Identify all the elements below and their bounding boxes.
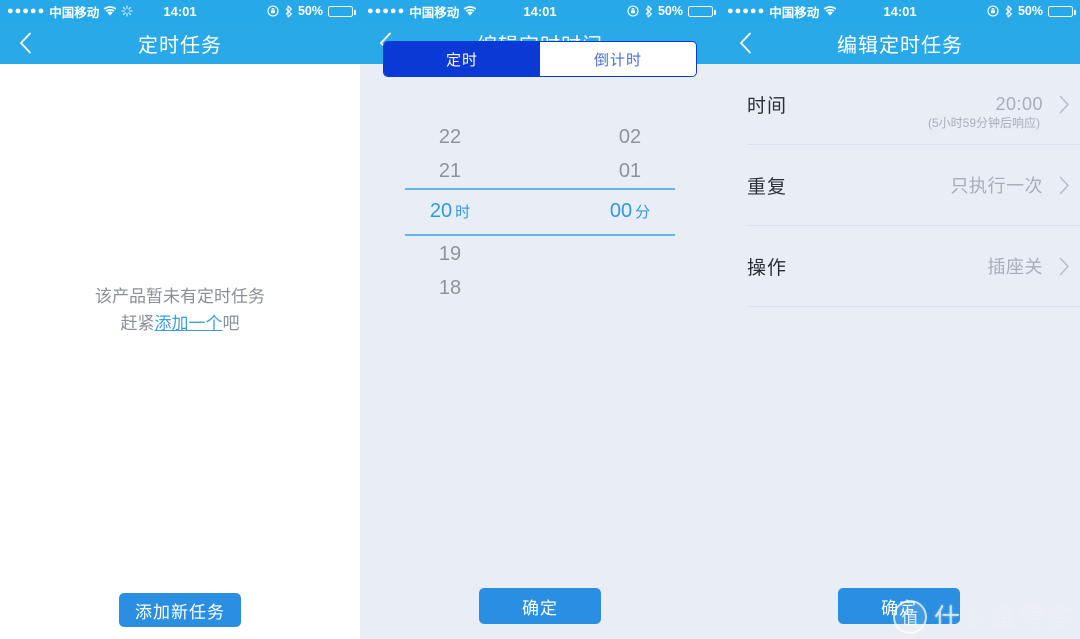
row-repeat[interactable]: 重复 只执行一次 [747,145,1080,226]
back-button[interactable] [720,22,770,64]
add-one-link[interactable]: 添加一个 [155,314,223,333]
minute-option[interactable]: 01 [540,154,720,188]
rotation-lock-icon [267,5,279,17]
battery-percent-label: 50% [657,4,683,18]
battery-icon [688,5,716,17]
empty-state: 该产品暂未有定时任务 赶紧添加一个吧 [0,283,360,337]
wifi-icon [823,5,837,17]
row-right: 只执行一次 [951,172,1080,198]
screen-schedule-task-list: ●●●●● 中国移动 14:01 50% 定时任务 该产品暂未有定时任务 赶紧添… [0,0,360,639]
time-picker[interactable]: 22 21 20 时 19 18 02 01 00 分 [360,120,720,320]
hour-unit-label: 时 [455,204,471,221]
carrier-label: 中国移动 [49,5,100,20]
three-screenshot-strip: ●●●●● 中国移动 14:01 50% 定时任务 该产品暂未有定时任务 赶紧添… [0,0,1080,639]
row-label: 重复 [747,176,788,198]
rotation-lock-icon [987,5,999,17]
status-bar-right: 50% [987,4,1076,18]
nav-bar: 定时任务 [0,22,360,64]
status-bar-right: 50% [267,4,356,18]
battery-percent-label: 50% [1017,4,1043,18]
row-subtext: (5小时59分钟后响应) [927,116,1040,130]
empty-state-prefix: 赶紧 [120,314,155,333]
minute-unit-label: 分 [635,204,651,221]
carrier-label: 中国移动 [409,5,460,20]
status-bar: ●●●●● 中国移动 14:01 50% [360,0,720,22]
bluetooth-icon [644,4,653,18]
hour-wheel[interactable]: 22 21 20 时 19 18 [360,120,540,320]
add-new-task-button[interactable]: 添加新任务 [119,593,241,627]
row-time[interactable]: 时间 20:00 (5小时59分钟后响应) [747,64,1080,145]
status-bar: ●●●●● 中国移动 14:01 50% [720,0,1080,22]
bluetooth-icon [1004,4,1013,18]
wifi-icon [463,5,477,17]
minute-option[interactable]: 02 [540,120,720,154]
mode-segmented-control: 定时 倒计时 [383,41,697,77]
back-button[interactable] [0,22,50,64]
page-title: 定时任务 [138,34,222,57]
empty-state-line-2: 赶紧添加一个吧 [0,310,360,337]
row-label: 时间 [747,95,788,117]
chevron-right-icon [1059,257,1070,276]
battery-icon [1048,5,1076,17]
network-activity-icon [121,5,133,17]
confirm-button[interactable]: 确定 [838,588,960,624]
confirm-button[interactable]: 确定 [479,588,601,624]
signal-dots-icon: ●●●●● [7,4,46,17]
status-bar-left: ●●●●● 中国移动 [367,2,477,21]
wifi-icon [103,5,117,17]
signal-dots-icon: ●●●●● [727,4,766,17]
bluetooth-icon [284,4,293,18]
status-bar-left: ●●●●● 中国移动 [727,2,837,21]
row-action[interactable]: 操作 插座关 [747,226,1080,307]
screen-edit-schedule-task: ●●●●● 中国移动 14:01 50% 编辑定时任务 时间 20:00 (5小… [720,0,1080,639]
battery-icon [328,5,356,17]
row-right: 插座关 [988,253,1080,279]
nav-bar: 编辑定时任务 [720,22,1080,64]
hour-selected-value: 20 [429,200,453,222]
row-value: 插座关 [987,257,1043,277]
chevron-right-icon [1059,176,1070,195]
status-bar-left: ●●●●● 中国移动 [7,2,133,21]
empty-state-line-1: 该产品暂未有定时任务 [95,287,265,306]
back-chevron-icon [739,32,752,54]
rotation-lock-icon [627,5,639,17]
row-right: 20:00 [995,94,1080,115]
settings-list: 时间 20:00 (5小时59分钟后响应) 重复 只执行一次 操作 插座关 [720,64,1080,307]
back-chevron-icon [19,32,32,54]
chevron-right-icon [1059,95,1070,114]
minute-option-selected[interactable]: 00 分 [540,194,720,228]
row-label: 操作 [747,257,788,279]
tab-timer[interactable]: 定时 [384,42,540,76]
battery-percent-label: 50% [297,4,323,18]
minute-wheel[interactable]: 02 01 00 分 [540,120,720,320]
page-title: 编辑定时任务 [837,34,963,57]
tab-countdown[interactable]: 倒计时 [540,42,696,76]
status-bar-right: 50% [627,4,716,18]
row-value: 20:00 [995,93,1043,114]
status-bar: ●●●●● 中国移动 14:01 50% [0,0,360,22]
screen-edit-schedule-time: ●●●●● 中国移动 14:01 50% 定时 倒计时 22 21 20 时 1… [360,0,720,639]
signal-dots-icon: ●●●●● [367,4,406,17]
carrier-label: 中国移动 [769,5,820,20]
minute-selected-value: 00 [609,200,633,222]
empty-state-suffix: 吧 [222,314,240,333]
row-value: 只执行一次 [950,176,1043,196]
